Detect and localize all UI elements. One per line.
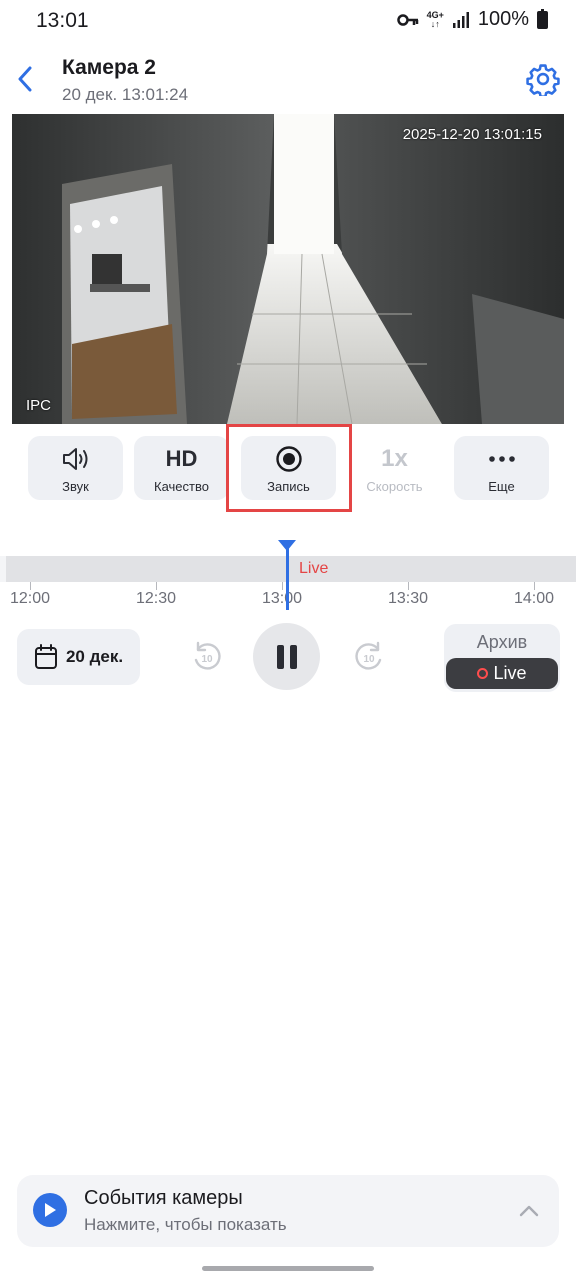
speaker-icon (62, 448, 87, 470)
hd-icon: HD (165, 446, 198, 471)
timeline-cursor-head[interactable] (278, 540, 296, 551)
speed-icon: 1x (381, 445, 408, 472)
network-arrows: ↓↑ (430, 18, 440, 29)
timeline-tick-label: 12:00 (9, 590, 51, 607)
camera-frame-image (12, 114, 564, 424)
calendar-icon (34, 644, 57, 669)
battery-icon (537, 8, 548, 29)
timeline-tick (282, 582, 283, 590)
key-icon (396, 13, 418, 26)
video-timestamp: 2025-12-20 13:01:15 (402, 126, 542, 143)
play-icon (33, 1193, 67, 1227)
status-icons: 4G+ ↓↑ 100% (396, 8, 548, 31)
rewind-10-icon: 10 (194, 641, 221, 670)
header: Камера 2 20 дек. 13:01:24 (0, 44, 576, 114)
gear-icon (526, 64, 560, 96)
events-subtitle: Нажмите, чтобы показать (84, 1215, 287, 1234)
chevron-left-icon (18, 66, 32, 92)
live-mode-button[interactable]: Live (446, 658, 558, 689)
more-icon (488, 456, 515, 462)
timeline-tick-label: 13:00 (261, 590, 303, 607)
home-indicator[interactable] (202, 1266, 374, 1271)
status-time: 13:01 (36, 9, 89, 32)
timeline-tick (534, 582, 535, 590)
live-mode-label: Live (493, 663, 527, 683)
battery-percent: 100% (477, 8, 529, 30)
signal-icon (452, 11, 469, 28)
video-watermark: IPC (26, 397, 52, 414)
timeline-tick (408, 582, 409, 590)
live-dot-icon (477, 668, 489, 679)
timeline-tick-label: 14:00 (513, 590, 555, 607)
more-label: Еще (488, 479, 515, 494)
events-title: События камеры (84, 1187, 243, 1209)
camera-video[interactable]: 2025-12-20 13:01:15 IPC (12, 114, 564, 424)
pause-icon (276, 644, 297, 669)
forward-10-icon: 10 (355, 641, 382, 670)
skip-back-seconds: 10 (201, 654, 213, 665)
back-button[interactable] (10, 62, 40, 96)
timeline-tick (156, 582, 157, 590)
skip-forward-button[interactable]: 10 (352, 640, 386, 674)
skip-forward-seconds: 10 (363, 654, 375, 665)
timeline-tick (30, 582, 31, 590)
timeline-cursor[interactable] (286, 544, 289, 610)
sound-button[interactable]: Звук (28, 436, 123, 500)
page-subtitle: 20 дек. 13:01:24 (62, 85, 189, 104)
sound-label: Звук (62, 479, 89, 494)
quality-button[interactable]: HD Качество (134, 436, 229, 500)
settings-button[interactable] (524, 60, 562, 98)
date-picker-button[interactable]: 20 дек. (17, 629, 140, 685)
record-highlight-frame (226, 424, 352, 512)
timeline[interactable]: Live 12:00 12:30 13:00 13:30 14:00 (0, 530, 576, 620)
archive-mode-button[interactable]: Архив (444, 632, 560, 653)
timeline-live-label: Live (299, 560, 329, 577)
camera-events-panel[interactable]: События камеры Нажмите, чтобы показать (17, 1175, 559, 1247)
status-bar: 13:01 4G+ ↓↑ 100% (0, 0, 576, 44)
more-button[interactable]: Еще (454, 436, 549, 500)
skip-back-button[interactable]: 10 (190, 640, 224, 674)
timeline-tick-label: 12:30 (135, 590, 177, 607)
pause-button[interactable] (253, 623, 320, 690)
speed-button[interactable]: 1x Скорость (347, 436, 442, 500)
date-label: 20 дек. (65, 647, 124, 666)
chevron-up-icon[interactable] (517, 1199, 541, 1223)
quality-label: Качество (154, 479, 209, 494)
speed-label: Скорость (366, 479, 423, 494)
mode-toggle: Архив Live (444, 624, 560, 692)
timeline-tick-label: 13:30 (387, 590, 429, 607)
page-title: Камера 2 (62, 56, 156, 79)
network-type: 4G+ ↓↑ (427, 10, 444, 29)
timeline-track-start (0, 556, 6, 582)
